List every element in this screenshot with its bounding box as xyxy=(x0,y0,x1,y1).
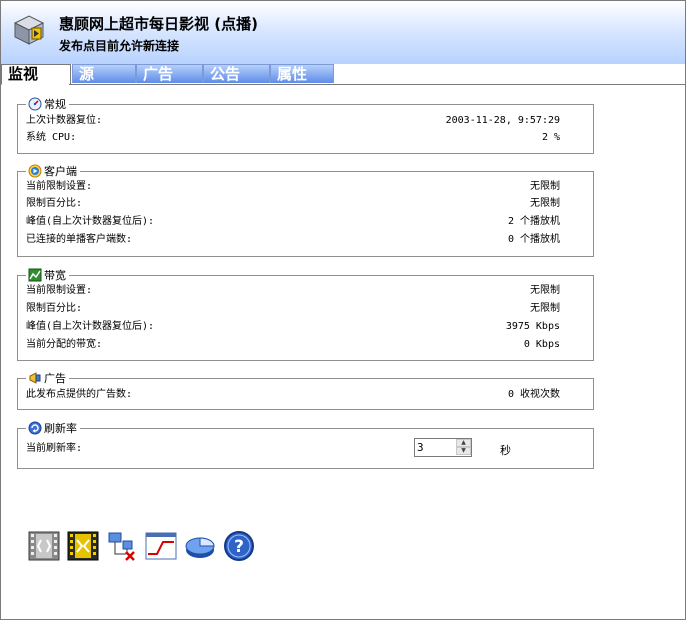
stat-label: 上次计数器复位: xyxy=(26,115,103,126)
stat-label: 峰值(自上次计数器复位后): xyxy=(26,321,155,332)
status-subtitle: 发布点目前允许新连接 xyxy=(59,39,180,53)
film-strip-active-icon[interactable] xyxy=(67,530,99,562)
tab-announcements[interactable]: 公告 xyxy=(203,64,270,83)
tab-label: 广告 xyxy=(143,65,174,83)
stat-value: 无限制 xyxy=(530,181,560,192)
stat-label: 当前限制设置: xyxy=(26,181,93,192)
stat-row: 系统 CPU: 2 % xyxy=(26,130,560,146)
ad-icon xyxy=(29,372,41,384)
stat-label: 限制百分比: xyxy=(26,198,83,209)
stepper-down-button[interactable]: ▼ xyxy=(456,447,471,455)
stepper-up-button[interactable]: ▲ xyxy=(456,439,471,447)
stat-label: 当前限制设置: xyxy=(26,285,93,296)
group-title: 刷新率 xyxy=(44,422,77,435)
server-icon xyxy=(13,15,45,45)
stat-row: 此发布点提供的广告数: 0 收视次数 xyxy=(26,387,560,403)
stat-row: 峰值(自上次计数器复位后): 3975 Kbps xyxy=(26,319,560,335)
group-title: 客户端 xyxy=(44,165,77,178)
stat-row: 当前分配的带宽: 0 Kbps xyxy=(26,337,560,353)
bandwidth-icon xyxy=(28,268,42,282)
stat-label: 峰值(自上次计数器复位后): xyxy=(26,216,155,227)
stat-value: 无限制 xyxy=(530,303,560,314)
stat-value: 无限制 xyxy=(530,285,560,296)
stat-label: 系统 CPU: xyxy=(26,132,77,143)
stat-row: 峰值(自上次计数器复位后): 2 个播放机 xyxy=(26,214,560,230)
tab-source[interactable]: 源 xyxy=(72,64,136,83)
tab-label: 监视 xyxy=(8,65,39,83)
header-banner: 惠顾网上超市每日影视 (点播) 发布点目前允许新连接 xyxy=(1,1,685,64)
svg-text:?: ? xyxy=(234,537,244,557)
stepper-buttons: ▲ ▼ xyxy=(456,439,471,456)
ads-group: 广告 此发布点提供的广告数: 0 收视次数 xyxy=(17,370,594,410)
group-legend: 常规 xyxy=(26,96,69,112)
stat-value: 2003-11-28, 9:57:29 xyxy=(445,115,560,126)
stat-label: 限制百分比: xyxy=(26,303,83,314)
page-title: 惠顾网上超市每日影视 (点播) xyxy=(59,15,258,33)
refresh-unit: 秒 xyxy=(500,444,511,457)
tab-bar: 监视 源 广告 公告 属性 xyxy=(1,64,685,85)
stat-value: 0 Kbps xyxy=(523,339,560,350)
tab-label: 源 xyxy=(79,65,95,83)
stat-value: 无限制 xyxy=(530,198,560,209)
tab-properties[interactable]: 属性 xyxy=(270,64,334,83)
group-legend: 刷新率 xyxy=(26,420,80,436)
general-group: 常规 上次计数器复位: 2003-11-28, 9:57:29 系统 CPU: 2 … xyxy=(17,96,594,154)
film-strip-icon[interactable] xyxy=(28,530,60,562)
group-legend: 客户端 xyxy=(26,163,80,179)
play-client-icon xyxy=(28,164,42,178)
group-legend: 带宽 xyxy=(26,267,69,283)
group-title: 广告 xyxy=(44,372,66,385)
stat-row: 当前刷新率: xyxy=(26,441,560,457)
stat-row: 限制百分比: 无限制 xyxy=(26,301,560,317)
pie-chart-icon[interactable] xyxy=(184,530,216,562)
graph-icon[interactable] xyxy=(145,530,177,562)
refresh-icon xyxy=(28,421,42,435)
stat-row: 限制百分比: 无限制 xyxy=(26,196,560,212)
stat-value: 0 收视次数 xyxy=(507,389,560,400)
tab-label: 公告 xyxy=(210,65,241,83)
stat-row: 当前限制设置: 无限制 xyxy=(26,283,560,299)
group-title: 带宽 xyxy=(44,269,66,282)
stat-row: 当前限制设置: 无限制 xyxy=(26,179,560,195)
refresh-rate-stepper: ▲ ▼ xyxy=(414,438,472,457)
stat-value: 0 个播放机 xyxy=(507,234,560,245)
bandwidth-group: 带宽 当前限制设置: 无限制 限制百分比: 无限制 峰值(自上次计数器复位后): 39… xyxy=(17,267,594,361)
stat-label: 此发布点提供的广告数: xyxy=(26,389,133,400)
tab-label: 属性 xyxy=(277,65,308,83)
help-icon[interactable]: ? xyxy=(223,530,255,562)
group-title: 常规 xyxy=(44,98,66,111)
refresh-rate-input[interactable] xyxy=(417,440,453,454)
stat-value: 2 个播放机 xyxy=(507,216,560,227)
stat-value: 3975 Kbps xyxy=(505,321,560,332)
group-legend: 广告 xyxy=(26,370,69,386)
gauge-icon xyxy=(28,97,42,111)
stat-value: 2 % xyxy=(541,132,560,143)
stat-row: 上次计数器复位: 2003-11-28, 9:57:29 xyxy=(26,113,560,129)
refresh-label: 当前刷新率: xyxy=(26,443,83,454)
tab-ads[interactable]: 广告 xyxy=(136,64,203,83)
network-disconnect-icon[interactable] xyxy=(106,530,138,562)
stat-label: 当前分配的带宽: xyxy=(26,339,103,350)
stat-label: 已连接的单播客户端数: xyxy=(26,234,133,245)
tab-monitor[interactable]: 监视 xyxy=(1,64,71,85)
tab-divider xyxy=(69,84,685,85)
clients-group: 客户端 当前限制设置: 无限制 限制百分比: 无限制 峰值(自上次计数器复位后): 2… xyxy=(17,163,594,257)
stat-row: 已连接的单播客户端数: 0 个播放机 xyxy=(26,232,560,248)
